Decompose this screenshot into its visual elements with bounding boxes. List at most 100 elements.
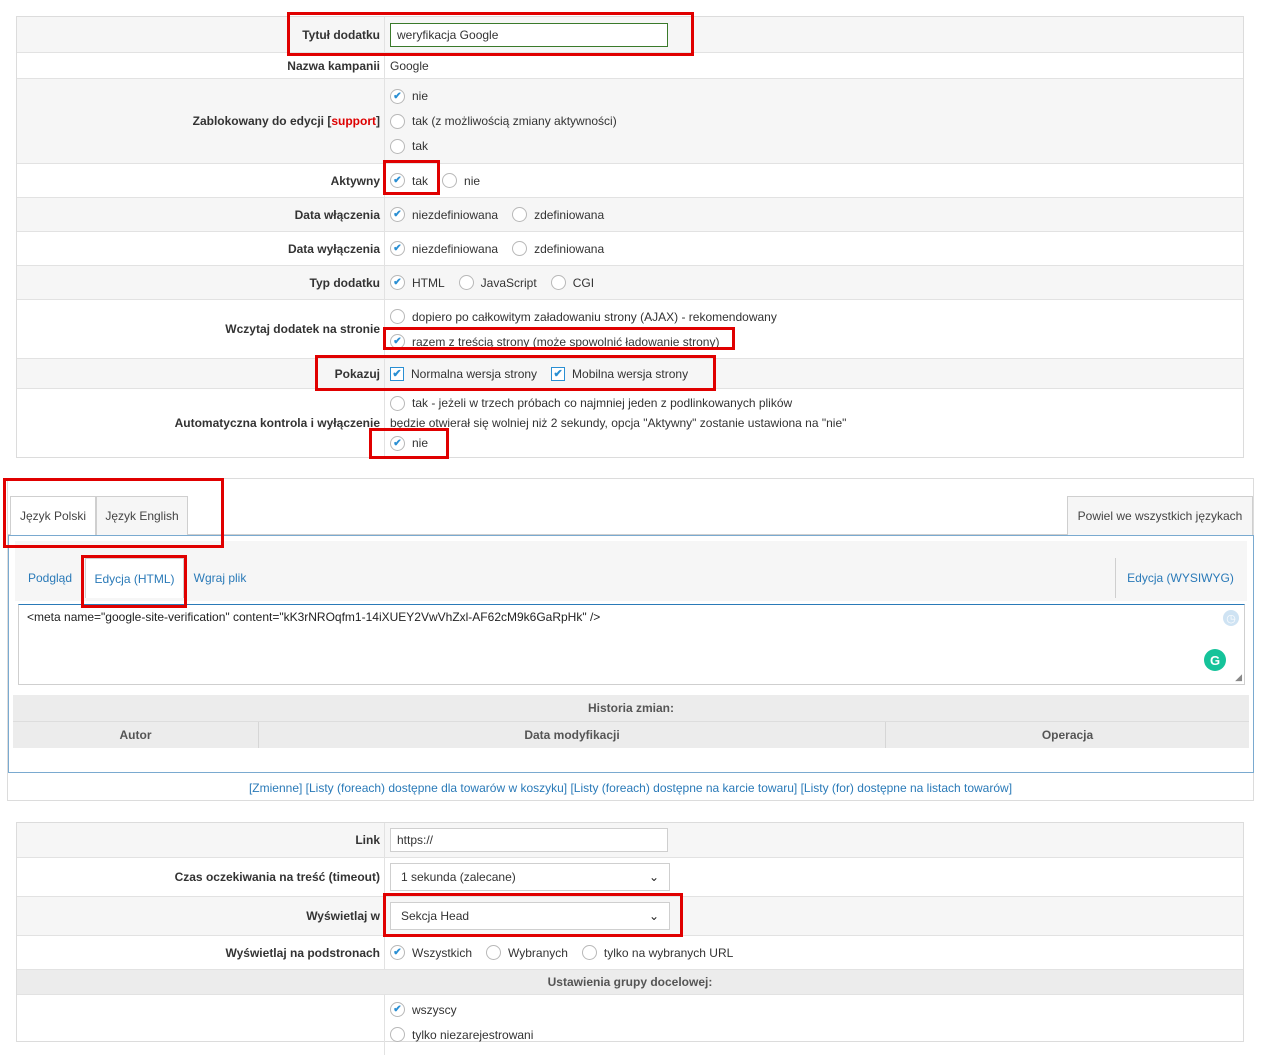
target-group-row: ✔ wszyscy tylko niezarejestrowani xyxy=(17,995,1243,1055)
grammarly-icon[interactable]: G xyxy=(1204,649,1226,671)
target-group-label xyxy=(17,995,385,1055)
campaign-row: Nazwa kampanii Google xyxy=(17,53,1243,79)
locked-option-no[interactable]: ✔ nie xyxy=(390,88,428,104)
display-in-select[interactable]: Sekcja Head ⌄ xyxy=(390,902,670,930)
history-header-row: Autor Data modyfikacji Operacja xyxy=(13,721,1249,748)
radio-icon xyxy=(512,241,528,256)
tab-upload-file[interactable]: Wgraj plik xyxy=(185,558,255,598)
tab-lang-polish[interactable]: Język Polski xyxy=(10,496,96,536)
start-option-defined[interactable]: zdefiniowana xyxy=(512,207,604,222)
html-editor-textarea[interactable]: <meta name="google-site-verification" co… xyxy=(18,604,1245,685)
radio-checked-icon: ✔ xyxy=(390,173,405,188)
timeout-select[interactable]: 1 sekunda (zalecane) ⌄ xyxy=(390,863,670,891)
history-col-author: Autor xyxy=(13,722,259,748)
addon-settings-form: Tytuł dodatku Nazwa kampanii Google Zabl… xyxy=(16,16,1244,458)
subpages-option-url[interactable]: tylko na wybranych URL xyxy=(581,945,733,960)
active-row: Aktywny ✔ tak nie xyxy=(17,164,1243,198)
title-input[interactable] xyxy=(390,22,668,47)
title-label: Tytuł dodatku xyxy=(17,17,385,52)
auto-option-no[interactable]: ✔ nie xyxy=(390,435,428,451)
show-option-mobile[interactable]: ✔ Mobilna wersja strony xyxy=(551,366,688,381)
link-input[interactable] xyxy=(390,828,668,852)
radio-icon xyxy=(512,207,528,222)
radio-icon xyxy=(390,138,405,154)
campaign-value: Google xyxy=(390,58,429,73)
active-option-yes[interactable]: ✔ tak xyxy=(390,173,428,188)
load-option-ajax[interactable]: dopiero po całkowitym załadowaniu strony… xyxy=(390,309,777,324)
active-option-no[interactable]: nie xyxy=(442,173,480,188)
link-variables[interactable]: [Zmienne] xyxy=(249,781,302,795)
radio-icon xyxy=(390,113,405,129)
load-row: Wczytaj dodatek na stronie dopiero po ca… xyxy=(17,300,1243,359)
type-option-js[interactable]: JavaScript xyxy=(458,275,537,290)
chevron-down-icon: ⌄ xyxy=(648,870,659,884)
history-col-date: Data modyfikacji xyxy=(259,722,886,748)
auto-control-row: Automatyczna kontrola i wyłączenie tak -… xyxy=(17,389,1243,457)
end-date-row: Data wyłączenia ✔ niezdefiniowana zdefini… xyxy=(17,232,1243,266)
locked-label: Zablokowany do edycji [support] xyxy=(17,79,385,163)
target-option-all[interactable]: ✔ wszyscy xyxy=(390,1002,457,1017)
html-editor-content: <meta name="google-site-verification" co… xyxy=(27,610,601,624)
auto-option-yes[interactable]: tak - jeżeli w trzech próbach co najmnie… xyxy=(390,395,792,411)
end-option-defined[interactable]: zdefiniowana xyxy=(512,241,604,256)
subpages-option-all[interactable]: ✔ Wszystkich xyxy=(390,945,472,960)
type-label: Typ dodatku xyxy=(17,266,385,299)
timeout-selected-value: 1 sekunda (zalecane) xyxy=(401,870,516,884)
radio-checked-icon: ✔ xyxy=(390,1002,405,1017)
show-row: Pokazuj ✔ Normalna wersja strony ✔ Mobilna… xyxy=(17,359,1243,389)
radio-icon xyxy=(458,275,474,290)
active-label: Aktywny xyxy=(17,164,385,197)
campaign-label: Nazwa kampanii xyxy=(17,53,385,78)
timeout-label: Czas oczekiwania na treść (timeout) xyxy=(17,858,385,896)
end-date-label: Data wyłączenia xyxy=(17,232,385,265)
link-label: Link xyxy=(17,823,385,857)
type-option-cgi[interactable]: CGI xyxy=(550,275,594,290)
subpages-option-selected[interactable]: Wybranych xyxy=(486,945,568,960)
support-link[interactable]: support xyxy=(331,114,376,128)
radio-icon xyxy=(550,275,566,290)
repeat-all-languages-button[interactable]: Powiel we wszystkich językach xyxy=(1067,496,1253,536)
tab-wysiwyg[interactable]: Edycja (WYSIWYG) xyxy=(1115,558,1245,598)
variables-links: [Zmienne] [Listy (foreach) dostępne dla … xyxy=(8,781,1253,795)
locked-option-partial[interactable]: tak (z możliwością zmiany aktywności) xyxy=(390,113,617,129)
radio-checked-icon: ✔ xyxy=(390,241,405,256)
link-foreach-product-card[interactable]: [Listy (foreach) dostępne na karcie towa… xyxy=(570,781,797,795)
title-row: Tytuł dodatku xyxy=(17,17,1243,53)
load-option-inline[interactable]: ✔ razem z treścią strony (może spowolnić … xyxy=(390,334,719,349)
link-foreach-cart[interactable]: [Listy (foreach) dostępne dla towarów w … xyxy=(306,781,567,795)
start-option-undefined[interactable]: ✔ niezdefiniowana xyxy=(390,207,498,222)
subpages-label: Wyświetlaj na podstronach xyxy=(17,936,385,969)
load-label: Wczytaj dodatek na stronie xyxy=(17,300,385,358)
history-title: Historia zmian: xyxy=(13,695,1249,721)
tab-lang-english[interactable]: Język English xyxy=(96,496,188,536)
link-for-product-lists[interactable]: [Listy (for) dostępne na listach towarów… xyxy=(801,781,1012,795)
radio-checked-icon: ✔ xyxy=(390,945,405,960)
subpages-row: Wyświetlaj na podstronach ✔ Wszystkich Wy… xyxy=(17,936,1243,970)
type-option-html[interactable]: ✔ HTML xyxy=(390,275,445,290)
target-option-unregistered[interactable]: tylko niezarejestrowani xyxy=(390,1027,533,1042)
link-row: Link xyxy=(17,823,1243,858)
start-date-row: Data włączenia ✔ niezdefiniowana zdefinio… xyxy=(17,198,1243,232)
radio-icon xyxy=(442,173,458,188)
end-option-undefined[interactable]: ✔ niezdefiniowana xyxy=(390,241,498,256)
display-in-row: Wyświetlaj w Sekcja Head ⌄ xyxy=(17,897,1243,936)
display-in-label: Wyświetlaj w xyxy=(17,897,385,935)
locked-option-yes[interactable]: tak xyxy=(390,138,428,154)
radio-checked-icon: ✔ xyxy=(390,207,405,222)
clock-icon[interactable]: ◷ xyxy=(1223,610,1239,626)
display-in-selected-value: Sekcja Head xyxy=(401,909,470,923)
radio-checked-icon: ✔ xyxy=(390,334,405,349)
start-date-label: Data włączenia xyxy=(17,198,385,231)
tab-edit-html[interactable]: Edycja (HTML) xyxy=(85,558,184,598)
editor-panel: Podgląd Edycja (HTML) Wgraj plik Edycja … xyxy=(8,535,1254,773)
history-col-operation: Operacja xyxy=(886,722,1249,748)
radio-checked-icon: ✔ xyxy=(390,275,405,290)
radio-checked-icon: ✔ xyxy=(390,88,405,104)
timeout-row: Czas oczekiwania na treść (timeout) 1 se… xyxy=(17,858,1243,897)
resize-handle-icon[interactable]: ◢ xyxy=(1235,672,1242,683)
show-option-desktop[interactable]: ✔ Normalna wersja strony xyxy=(390,366,537,381)
locked-row: Zablokowany do edycji [support] ✔ nie tak… xyxy=(17,79,1243,164)
show-label: Pokazuj xyxy=(17,359,385,388)
auto-control-label: Automatyczna kontrola i wyłączenie xyxy=(17,389,385,457)
tab-preview[interactable]: Podgląd xyxy=(15,558,85,598)
